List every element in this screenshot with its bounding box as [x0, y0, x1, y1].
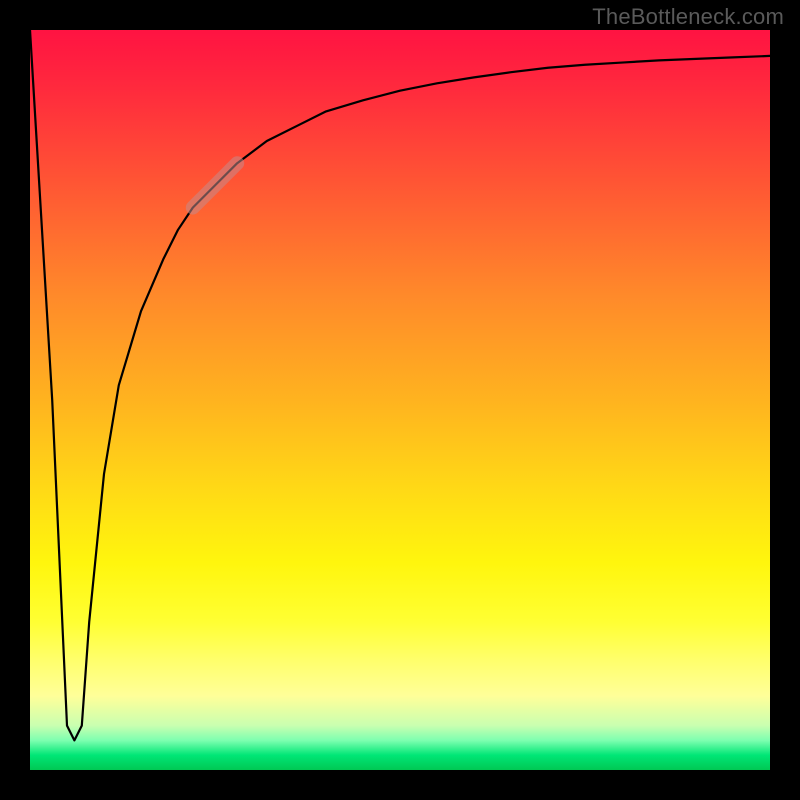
chart-frame: TheBottleneck.com — [0, 0, 800, 800]
highlight-segment — [193, 163, 237, 207]
curve-svg — [30, 30, 770, 770]
plot-area — [30, 30, 770, 770]
watermark-text: TheBottleneck.com — [592, 4, 784, 30]
bottleneck-curve-path — [30, 30, 770, 740]
